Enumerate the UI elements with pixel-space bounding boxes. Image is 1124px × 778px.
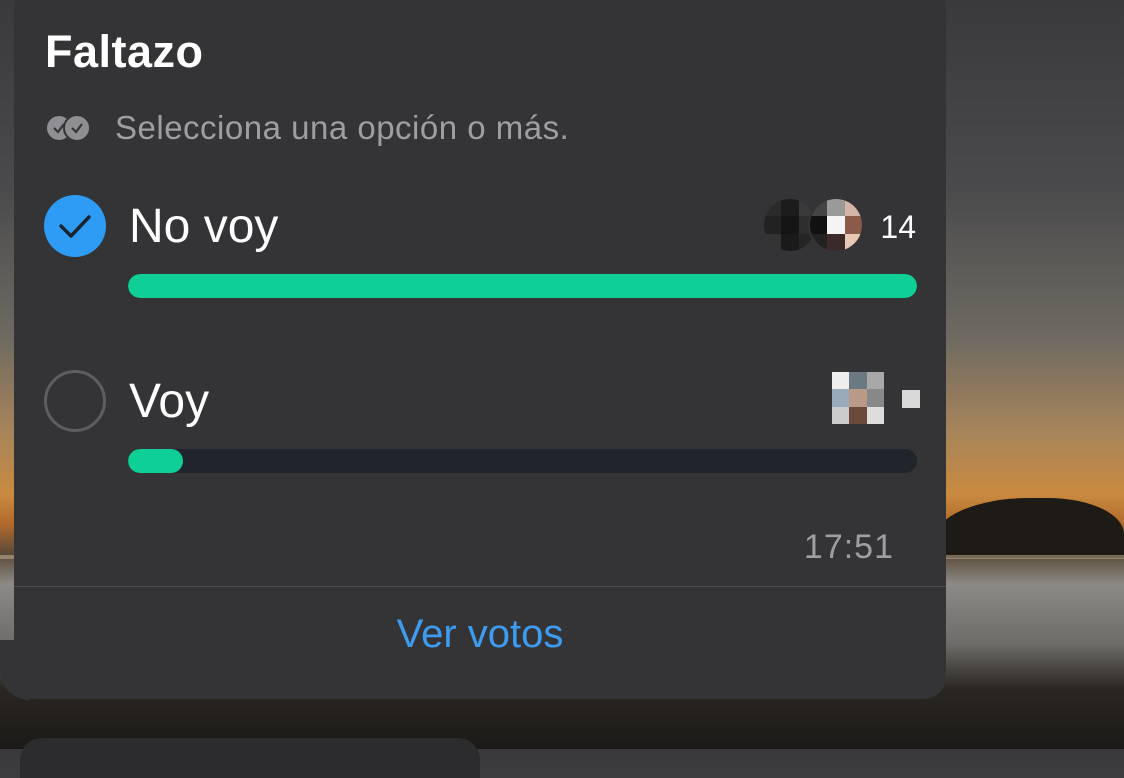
option-radio-unchecked[interactable] [44, 370, 106, 432]
poll-bubble [14, 0, 946, 699]
background-island [934, 498, 1124, 558]
poll-option-voy[interactable]: Voy [44, 370, 920, 480]
vote-bar-fill [128, 274, 917, 298]
option-label: Voy [129, 375, 210, 428]
avatar [832, 372, 884, 424]
poll-hint: Selecciona una opción o más. [47, 108, 569, 148]
poll-option-no-voy[interactable]: No voy 14 [44, 195, 920, 305]
checkmark-icon [59, 215, 91, 238]
vote-count-indicator [902, 390, 920, 408]
vote-bar-fill [128, 449, 184, 473]
poll-title: Faltazo [45, 26, 204, 77]
divider [14, 586, 946, 587]
message-input-bar[interactable] [20, 738, 480, 778]
view-votes-button[interactable]: Ver votos [14, 612, 946, 657]
vote-count: 14 [880, 209, 916, 245]
message-time: 17:51 [803, 528, 894, 566]
voter-avatars [832, 372, 884, 424]
vote-bar [128, 274, 917, 298]
vote-bar [128, 449, 917, 473]
poll-hint-text: Selecciona una opción o más. [115, 109, 570, 146]
voter-avatars [762, 197, 864, 253]
option-label: No voy [129, 200, 279, 253]
avatar [808, 197, 864, 253]
double-check-icon [47, 110, 103, 146]
option-radio-checked[interactable] [44, 195, 106, 257]
